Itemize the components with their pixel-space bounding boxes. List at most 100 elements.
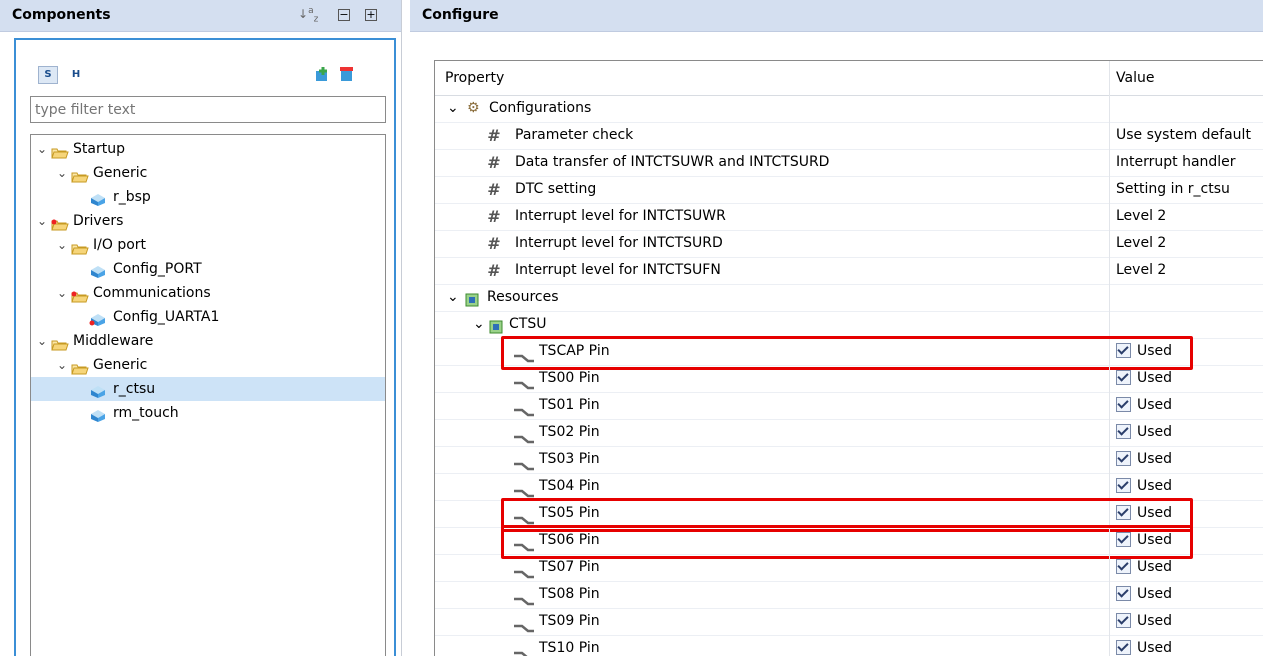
chevron-down-icon[interactable]: ⌄ bbox=[473, 311, 485, 338]
chevron-down-icon[interactable]: ⌄ bbox=[55, 233, 69, 257]
value-cell[interactable]: Interrupt handler bbox=[1109, 149, 1263, 176]
setting-row[interactable]: # Interrupt level for INTCTSURD Level 2 bbox=[435, 230, 1263, 258]
used-checkbox[interactable] bbox=[1116, 585, 1131, 601]
tree-item-label: Communications bbox=[93, 285, 211, 301]
pin-icon bbox=[513, 400, 535, 417]
tree-item-label: rm_touch bbox=[113, 405, 179, 421]
pin-row[interactable]: TS08 Pin Used bbox=[435, 581, 1263, 609]
value-cell[interactable]: Level 2 bbox=[1109, 257, 1263, 284]
tree-item[interactable]: ⌄ Drivers bbox=[31, 209, 385, 233]
tree-item[interactable]: ⌄ Startup bbox=[31, 137, 385, 161]
sort-alpha-icon[interactable]: ↓az bbox=[298, 6, 318, 24]
value-cell[interactable]: Setting in r_ctsu bbox=[1109, 176, 1263, 203]
pin-row[interactable]: TS02 Pin Used bbox=[435, 419, 1263, 447]
tree-item[interactable]: Config_UARTA1 bbox=[31, 305, 385, 329]
tree-item[interactable]: rm_touch bbox=[31, 401, 385, 425]
setting-name: Interrupt level for INTCTSUWR bbox=[515, 208, 726, 224]
pin-row[interactable]: TS10 Pin Used bbox=[435, 635, 1263, 656]
chevron-down-icon[interactable]: ⌄ bbox=[55, 281, 69, 305]
folder-open-icon bbox=[51, 335, 69, 351]
used-checkbox[interactable] bbox=[1116, 558, 1131, 574]
pin-row[interactable]: TS03 Pin Used bbox=[435, 446, 1263, 474]
pin-name: TS01 Pin bbox=[539, 397, 600, 413]
used-checkbox[interactable] bbox=[1116, 369, 1131, 385]
pin-name: TS07 Pin bbox=[539, 559, 600, 575]
expand-all-icon[interactable]: + bbox=[365, 9, 377, 21]
group-configurations[interactable]: ⌄ ⚙ Configurations bbox=[435, 95, 1263, 123]
setting-row[interactable]: # Parameter check Use system default bbox=[435, 122, 1263, 150]
pin-row[interactable]: TS04 Pin Used bbox=[435, 473, 1263, 501]
add-component-icon[interactable] bbox=[314, 66, 330, 82]
tree-item-label: Generic bbox=[93, 165, 148, 181]
pin-value: Used bbox=[1137, 478, 1173, 494]
pin-row[interactable]: TS07 Pin Used bbox=[435, 554, 1263, 582]
tree-item[interactable]: ⌄ Generic bbox=[31, 353, 385, 377]
pin-value: Used bbox=[1137, 451, 1173, 467]
tree-item[interactable]: r_ctsu bbox=[31, 377, 385, 401]
tree-item-label: r_bsp bbox=[113, 189, 151, 205]
value-cell[interactable]: Used bbox=[1109, 392, 1263, 419]
tree-item-label: Middleware bbox=[73, 333, 154, 349]
chevron-down-icon[interactable]: ⌄ bbox=[55, 353, 69, 377]
setting-name: Interrupt level for INTCTSURD bbox=[515, 235, 723, 251]
column-header-value[interactable]: Value bbox=[1109, 61, 1263, 95]
value-cell[interactable]: Used bbox=[1109, 446, 1263, 473]
pin-value: Used bbox=[1137, 613, 1173, 629]
value-cell[interactable]: Level 2 bbox=[1109, 230, 1263, 257]
pin-row[interactable]: TS09 Pin Used bbox=[435, 608, 1263, 636]
used-checkbox[interactable] bbox=[1116, 639, 1131, 655]
chevron-down-icon[interactable]: ⌄ bbox=[35, 209, 49, 233]
view-by-component-icon[interactable]: S bbox=[38, 66, 58, 84]
chevron-down-icon[interactable]: ⌄ bbox=[35, 329, 49, 353]
column-header-property[interactable]: Property bbox=[445, 61, 504, 95]
tree-item[interactable]: ⌄ Middleware bbox=[31, 329, 385, 353]
setting-row[interactable]: # Interrupt level for INTCTSUWR Level 2 bbox=[435, 203, 1263, 231]
pin-row[interactable]: TS01 Pin Used bbox=[435, 392, 1263, 420]
chevron-down-icon[interactable]: ⌄ bbox=[55, 161, 69, 185]
components-title: Components bbox=[12, 7, 111, 23]
hash-icon: # bbox=[487, 207, 501, 226]
hash-icon: # bbox=[487, 153, 501, 172]
used-checkbox[interactable] bbox=[1116, 450, 1131, 466]
tree-item[interactable]: ⌄ Communications bbox=[31, 281, 385, 305]
collapse-all-icon[interactable]: − bbox=[338, 9, 350, 21]
remove-component-icon[interactable] bbox=[338, 66, 354, 82]
pin-value: Used bbox=[1137, 424, 1173, 440]
filter-input[interactable] bbox=[30, 96, 386, 123]
value-cell[interactable]: Level 2 bbox=[1109, 203, 1263, 230]
setting-row[interactable]: # DTC setting Setting in r_ctsu bbox=[435, 176, 1263, 204]
setting-row[interactable]: # Data transfer of INTCTSUWR and INTCTSUR… bbox=[435, 149, 1263, 177]
used-checkbox[interactable] bbox=[1116, 423, 1131, 439]
tree-item[interactable]: ⌄ I/O port bbox=[31, 233, 385, 257]
chevron-down-icon[interactable]: ⌄ bbox=[447, 284, 459, 311]
group-ctsu[interactable]: ⌄ CTSU bbox=[435, 311, 1263, 339]
chevron-down-icon[interactable]: ⌄ bbox=[35, 137, 49, 161]
group-resources[interactable]: ⌄ Resources bbox=[435, 284, 1263, 312]
used-checkbox[interactable] bbox=[1116, 477, 1131, 493]
value-cell[interactable]: Used bbox=[1109, 608, 1263, 635]
value-cell[interactable]: Used bbox=[1109, 554, 1263, 581]
pin-value: Used bbox=[1137, 586, 1173, 602]
value-cell[interactable]: Used bbox=[1109, 473, 1263, 500]
pin-name: TS09 Pin bbox=[539, 613, 600, 629]
value-cell[interactable]: Used bbox=[1109, 365, 1263, 392]
value-cell[interactable]: Used bbox=[1109, 581, 1263, 608]
value-cell[interactable]: Used bbox=[1109, 635, 1263, 656]
hash-icon: # bbox=[487, 234, 501, 253]
tree-item[interactable]: r_bsp bbox=[31, 185, 385, 209]
pin-row[interactable]: TS00 Pin Used bbox=[435, 365, 1263, 393]
pin-icon bbox=[513, 427, 535, 444]
used-checkbox[interactable] bbox=[1116, 612, 1131, 628]
tree-item-label: r_ctsu bbox=[113, 381, 156, 397]
used-checkbox[interactable] bbox=[1116, 396, 1131, 412]
value-cell[interactable]: Used bbox=[1109, 419, 1263, 446]
pin-icon bbox=[513, 562, 535, 579]
chevron-down-icon[interactable]: ⌄ bbox=[447, 95, 459, 122]
setting-row[interactable]: # Interrupt level for INTCTSUFN Level 2 bbox=[435, 257, 1263, 285]
setting-name: Data transfer of INTCTSUWR and INTCTSURD bbox=[515, 154, 830, 170]
view-by-hardware-icon[interactable]: H bbox=[66, 66, 86, 84]
tree-item[interactable]: ⌄ Generic bbox=[31, 161, 385, 185]
value-cell[interactable]: Use system default bbox=[1109, 122, 1263, 149]
setting-value: Level 2 bbox=[1116, 208, 1167, 224]
tree-item[interactable]: Config_PORT bbox=[31, 257, 385, 281]
